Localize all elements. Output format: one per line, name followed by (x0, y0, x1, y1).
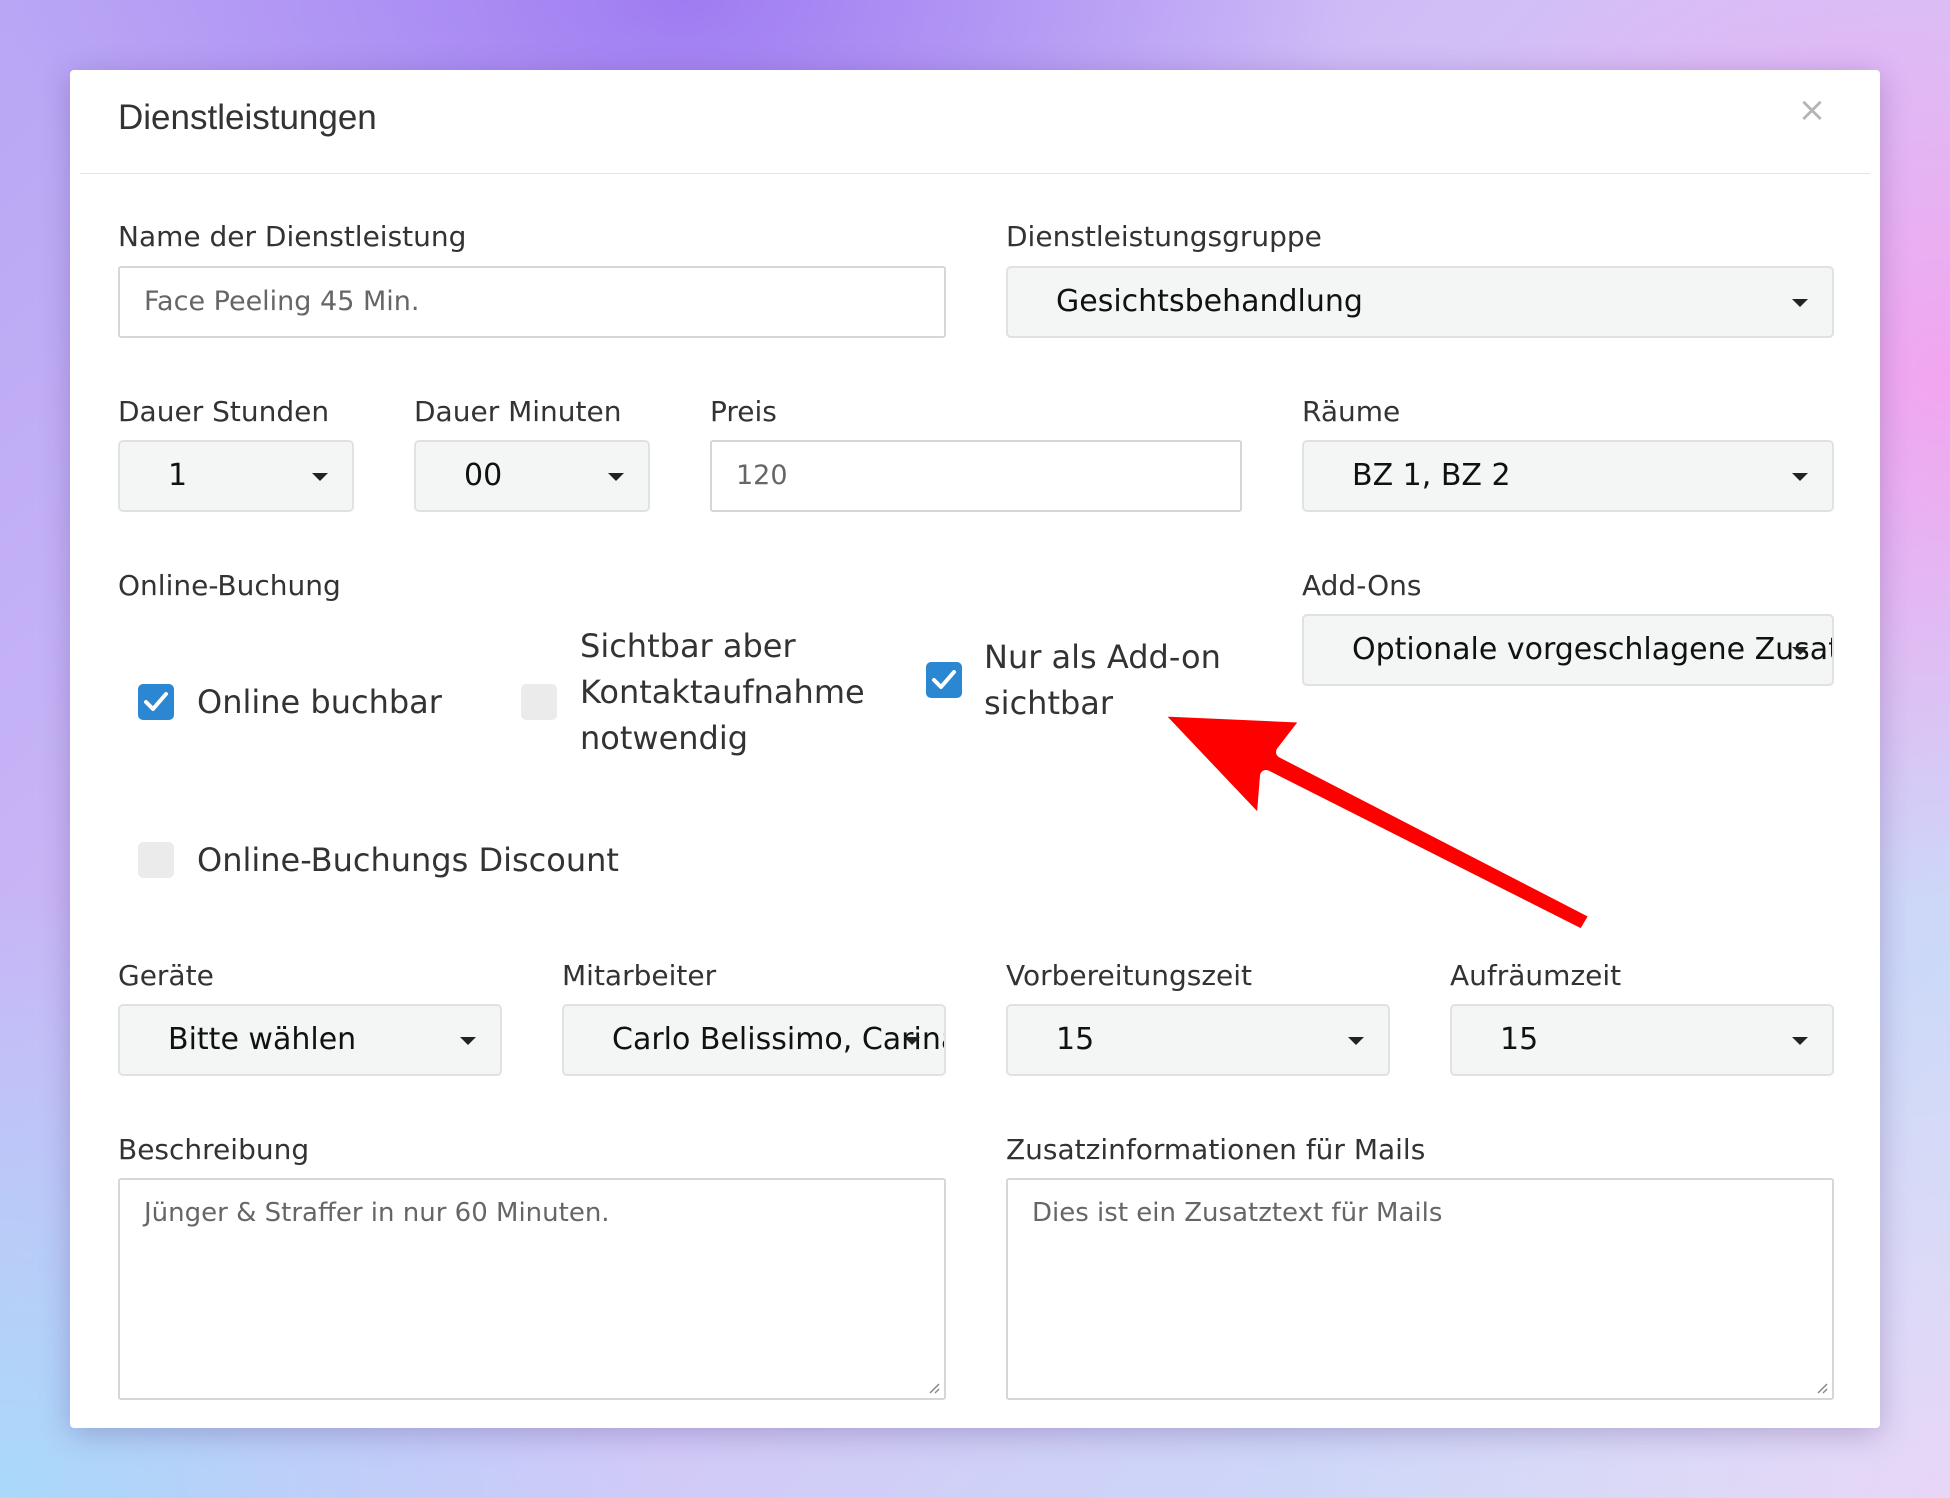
staff-label: Mitarbeiter (562, 959, 717, 992)
mail-info-textarea[interactable]: Dies ist ein Zusatztext für Mails (1006, 1178, 1834, 1400)
online-bookable-checkbox[interactable] (138, 684, 174, 720)
addon-only-line-2: sichtbar (984, 684, 1114, 722)
chevron-down-icon (460, 1037, 476, 1045)
prep-time-label: Vorbereitungszeit (1006, 959, 1253, 992)
discount-checkbox[interactable] (138, 842, 174, 878)
addons-label: Add-Ons (1302, 569, 1422, 602)
service-name-input[interactable]: Face Peeling 45 Min. (118, 266, 946, 338)
chevron-down-icon (1348, 1037, 1364, 1045)
service-group-select[interactable]: Gesichtsbehandlung (1006, 266, 1834, 338)
mail-info-label: Zusatzinformationen für Mails (1006, 1133, 1426, 1166)
discount-label: Online-Buchungs Discount (197, 841, 619, 879)
addons-select[interactable]: Optionale vorgeschlagene Zusatzleistunge… (1302, 614, 1834, 686)
service-modal: Dienstleistungen × Name der Dienstleistu… (70, 70, 1880, 1428)
visible-contact-line-1: Sichtbar aber (580, 627, 796, 665)
chevron-down-icon (1792, 1037, 1808, 1045)
rooms-value: BZ 1, BZ 2 (1352, 458, 1511, 493)
modal-title: Dienstleistungen (118, 98, 377, 137)
cleanup-time-select[interactable]: 15 (1450, 1004, 1834, 1076)
chevron-down-icon (1792, 647, 1808, 655)
chevron-down-icon (608, 473, 624, 481)
close-icon[interactable]: × (1794, 92, 1830, 128)
rooms-label: Räume (1302, 395, 1401, 428)
chevron-down-icon (1792, 473, 1808, 481)
service-group-label: Dienstleistungsgruppe (1006, 220, 1322, 253)
description-value: Jünger & Straffer in nur 60 Minuten. (144, 1198, 610, 1228)
check-icon (932, 670, 956, 689)
online-booking-label: Online-Buchung (118, 569, 341, 602)
chevron-down-icon (1792, 299, 1808, 307)
prep-time-value: 15 (1056, 1022, 1095, 1057)
description-textarea[interactable]: Jünger & Straffer in nur 60 Minuten. (118, 1178, 946, 1400)
online-bookable-label: Online buchbar (197, 683, 442, 721)
chevron-down-icon (312, 473, 328, 481)
duration-hours-select[interactable]: 1 (118, 440, 354, 512)
devices-value: Bitte wählen (168, 1022, 357, 1057)
duration-minutes-select[interactable]: 00 (414, 440, 650, 512)
prep-time-select[interactable]: 15 (1006, 1004, 1390, 1076)
duration-hours-value: 1 (168, 458, 188, 493)
devices-label: Geräte (118, 959, 214, 992)
addons-value: Optionale vorgeschlagene Zusatzleistunge… (1352, 632, 1832, 667)
visible-contact-line-3: notwendig (580, 719, 749, 757)
duration-minutes-label: Dauer Minuten (414, 395, 622, 428)
staff-select[interactable]: Carlo Belissimo, Carina (562, 1004, 946, 1076)
visible-contact-checkbox[interactable] (521, 684, 557, 720)
addon-only-label: Nur als Add-on sichtbar (984, 634, 1221, 726)
addon-only-line-1: Nur als Add-on (984, 638, 1221, 676)
visible-contact-line-2: Kontaktaufnahme (580, 673, 865, 711)
modal-header: Dienstleistungen × (80, 70, 1870, 174)
chevron-down-icon (904, 1037, 920, 1045)
resize-grip-icon[interactable] (1814, 1380, 1828, 1394)
mail-info-value: Dies ist ein Zusatztext für Mails (1032, 1198, 1443, 1228)
devices-select[interactable]: Bitte wählen (118, 1004, 502, 1076)
duration-minutes-value: 00 (464, 458, 503, 493)
service-group-value: Gesichtsbehandlung (1056, 284, 1363, 319)
cleanup-time-value: 15 (1500, 1022, 1539, 1057)
price-label: Preis (710, 395, 777, 428)
visible-contact-label: Sichtbar aber Kontaktaufnahme notwendig (580, 623, 865, 761)
rooms-select[interactable]: BZ 1, BZ 2 (1302, 440, 1834, 512)
cleanup-time-label: Aufräumzeit (1450, 959, 1622, 992)
duration-hours-label: Dauer Stunden (118, 395, 330, 428)
price-input[interactable]: 120 (710, 440, 1242, 512)
resize-grip-icon[interactable] (926, 1380, 940, 1394)
service-name-label: Name der Dienstleistung (118, 220, 467, 253)
description-label: Beschreibung (118, 1133, 310, 1166)
addon-only-checkbox[interactable] (926, 662, 962, 698)
check-icon (144, 692, 168, 711)
staff-value: Carlo Belissimo, Carina (612, 1022, 946, 1057)
